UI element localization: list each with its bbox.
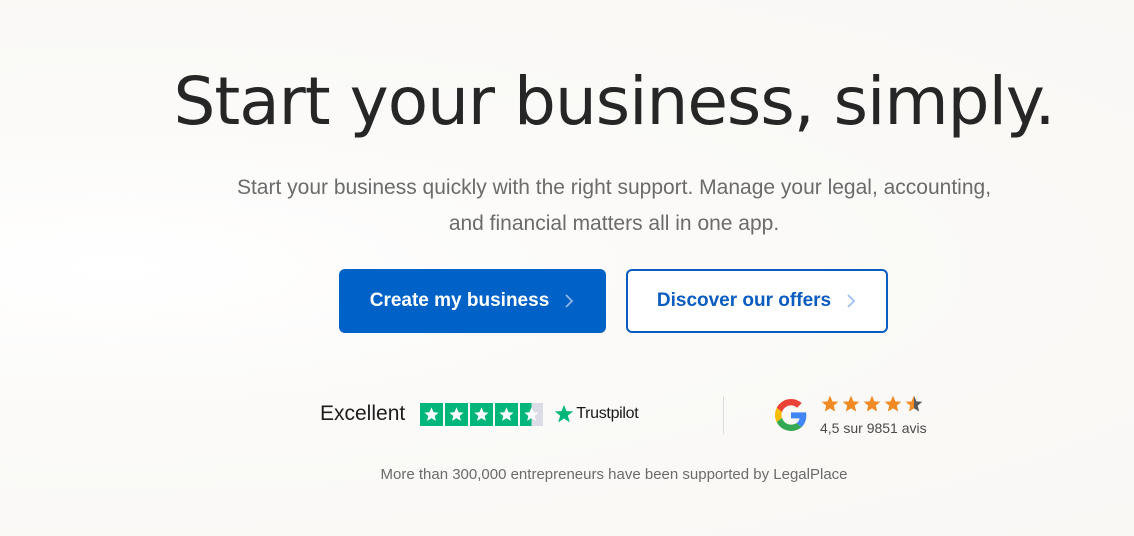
half-star-icon [905,395,923,412]
google-logo-icon [775,399,807,431]
google-stars [820,394,927,414]
hero-subtitle-line-1: Start your business quickly with the rig… [236,176,992,199]
chevron-right-icon [565,294,574,308]
discover-offers-button-label: Discover our offers [656,290,832,311]
google-rating-details: 4,5 sur 9851 avis [820,394,927,436]
discover-offers-button[interactable]: Discover our offers [626,269,888,333]
divider [723,396,724,434]
half-star-icon [520,402,544,426]
google-rating[interactable]: 4,5 sur 9851 avis [775,394,927,436]
star-icon [445,402,469,426]
create-business-button-label: Create my business [369,290,550,311]
trustpilot-brand: Trustpilot [576,405,639,422]
hero-subtitle-line-2: and financial matters all in one app. [448,212,780,235]
hero-section: Start your business, simply. Start your … [0,0,1134,536]
trustpilot-logo: Trustpilot [554,404,639,424]
chevron-right-icon [847,294,856,308]
hero-subtitle: Start your business quickly with the rig… [0,170,1134,242]
star-icon [420,402,444,426]
trustpilot-label: Excellent [320,402,406,425]
create-business-button[interactable]: Create my business [339,269,606,333]
trustpilot-stars [420,402,544,426]
star-icon [821,395,839,412]
star-icon [842,395,860,412]
star-icon [884,395,902,412]
page-title: Start your business, simply. [173,63,1055,140]
trustpilot-rating[interactable]: Excellent Trustpilot [320,398,639,430]
trustpilot-star-icon [555,404,574,423]
star-icon [863,395,881,412]
star-icon [495,402,519,426]
google-rating-text: 4,5 sur 9851 avis [820,420,927,436]
star-icon [470,402,494,426]
social-proof-note: More than 300,000 entrepreneurs have bee… [380,466,848,483]
